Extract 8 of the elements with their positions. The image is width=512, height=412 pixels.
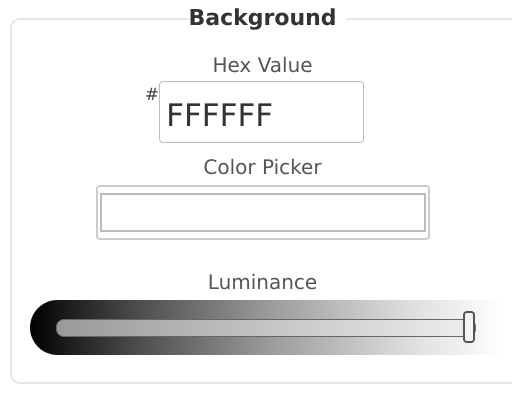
slider-handle[interactable] bbox=[462, 310, 475, 342]
panel-title: Background bbox=[187, 6, 338, 31]
luminance-label: Luminance bbox=[208, 270, 318, 294]
hash-prefix: # bbox=[144, 85, 160, 105]
color-picker-label: Color Picker bbox=[203, 155, 322, 179]
hex-input-field[interactable]: FFFFFF bbox=[159, 81, 364, 143]
hex-label: Hex Value bbox=[212, 53, 313, 77]
color-picker-field[interactable] bbox=[96, 185, 430, 240]
